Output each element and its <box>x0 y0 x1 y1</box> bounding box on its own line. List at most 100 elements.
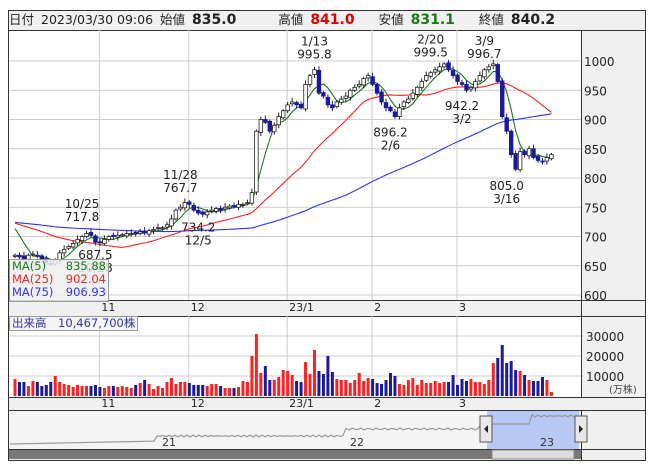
volume-bar <box>259 373 263 396</box>
volume-bar <box>138 383 142 396</box>
volume-bar <box>429 383 433 396</box>
high-label: 高値 <box>278 12 304 27</box>
candle-down <box>133 232 138 234</box>
volume-bar <box>245 382 249 396</box>
candle-down <box>522 150 527 155</box>
volume-bar <box>532 381 536 396</box>
candle-down <box>370 76 375 85</box>
candle-down <box>200 211 205 215</box>
candle-up <box>352 86 357 91</box>
price-tick-label: 600 <box>584 289 607 303</box>
volume-bar <box>397 384 401 396</box>
candle-up <box>419 81 424 88</box>
candle-up <box>339 98 344 103</box>
month-label: 2 <box>374 301 381 314</box>
candle-up <box>169 218 174 227</box>
candle-down <box>196 209 201 214</box>
volume-bar <box>527 380 531 396</box>
annotation-date: 1/13 <box>301 34 328 48</box>
annotation-value: 767.7 <box>163 181 197 195</box>
annotation-value: 805.0 <box>490 179 524 193</box>
volume-bar <box>312 350 316 396</box>
volume-bar <box>201 385 205 396</box>
candle-down <box>218 208 223 211</box>
volume-tick-label: 20000 <box>586 350 624 364</box>
volume-bar <box>44 385 48 396</box>
candle-down <box>540 160 545 163</box>
volume-bar <box>232 388 236 396</box>
annotation-date: 2/20 <box>417 32 444 46</box>
volume-bar <box>281 370 285 396</box>
volume-bar <box>366 378 370 396</box>
candle-up <box>272 124 277 133</box>
volume-bar <box>496 358 500 396</box>
volume-bar <box>169 378 173 396</box>
volume-bar <box>228 388 232 396</box>
volume-bar <box>464 381 468 396</box>
candle-up <box>491 63 496 67</box>
candle-up <box>477 75 483 82</box>
candle-down <box>325 96 331 106</box>
candle-down <box>330 104 335 109</box>
candle-up <box>240 203 246 206</box>
volume-bar <box>116 387 120 396</box>
volume-bar <box>402 385 406 396</box>
volume-bar <box>549 392 553 396</box>
annotation-date: 2/6 <box>381 139 400 153</box>
price-tick-label: 750 <box>584 201 607 215</box>
volume-bar <box>433 381 437 396</box>
candle-up <box>182 202 188 209</box>
candle-up <box>258 119 264 133</box>
candle-up <box>343 95 348 99</box>
candle-down <box>508 130 514 155</box>
month-label-volume: 11 <box>101 397 115 410</box>
annotation-value: 999.5 <box>414 45 448 59</box>
volume-bar <box>89 386 93 396</box>
volume-bar <box>13 379 17 396</box>
volume-bar <box>26 386 30 396</box>
close-value: 840.2 <box>510 12 556 28</box>
open-value: 835.0 <box>192 12 237 28</box>
candle-up <box>361 78 366 86</box>
volume-bar <box>196 385 200 396</box>
volume-bar <box>53 376 57 396</box>
candle-up <box>173 209 179 220</box>
volume-bar <box>205 386 209 396</box>
candle-down <box>321 92 326 97</box>
volume-bar <box>263 366 267 396</box>
candle-up <box>227 205 232 209</box>
volume-bar <box>482 384 486 396</box>
volume-bar <box>415 385 419 396</box>
candle-up <box>106 236 112 240</box>
volume-bar <box>406 380 410 396</box>
candle-up <box>348 89 353 98</box>
volume-bar <box>335 379 339 396</box>
candle-up <box>213 208 219 212</box>
candle-down <box>93 235 98 243</box>
scrollbar-thumb[interactable] <box>491 449 575 460</box>
volume-bar <box>357 373 361 396</box>
candle-down <box>495 64 500 82</box>
volume-bar <box>67 385 71 396</box>
annotation-date: 12/5 <box>185 233 212 247</box>
volume-bar <box>344 380 348 396</box>
volume-bar <box>129 388 133 396</box>
volume-bar <box>17 382 21 396</box>
candle-up <box>61 248 67 254</box>
volume-bar <box>348 383 352 396</box>
volume-bar <box>411 378 415 396</box>
high-value: 841.0 <box>310 12 355 28</box>
candle-up <box>544 157 550 162</box>
volume-bar <box>210 384 214 396</box>
volume-bar <box>469 379 473 396</box>
candle-up <box>102 239 107 244</box>
stock-chart-widget: 1000 950 900 850 800 750 700 650 600 30000 20000 10… <box>0 0 653 470</box>
volume-bar <box>125 387 129 396</box>
volume-bar <box>35 382 39 396</box>
candle-up <box>236 203 241 208</box>
low-value: 831.1 <box>410 12 455 28</box>
ma75-value: 906.93 <box>65 285 106 299</box>
volume-bar <box>321 374 325 396</box>
candle-up <box>289 101 295 105</box>
month-label-volume: 2 <box>374 397 381 410</box>
